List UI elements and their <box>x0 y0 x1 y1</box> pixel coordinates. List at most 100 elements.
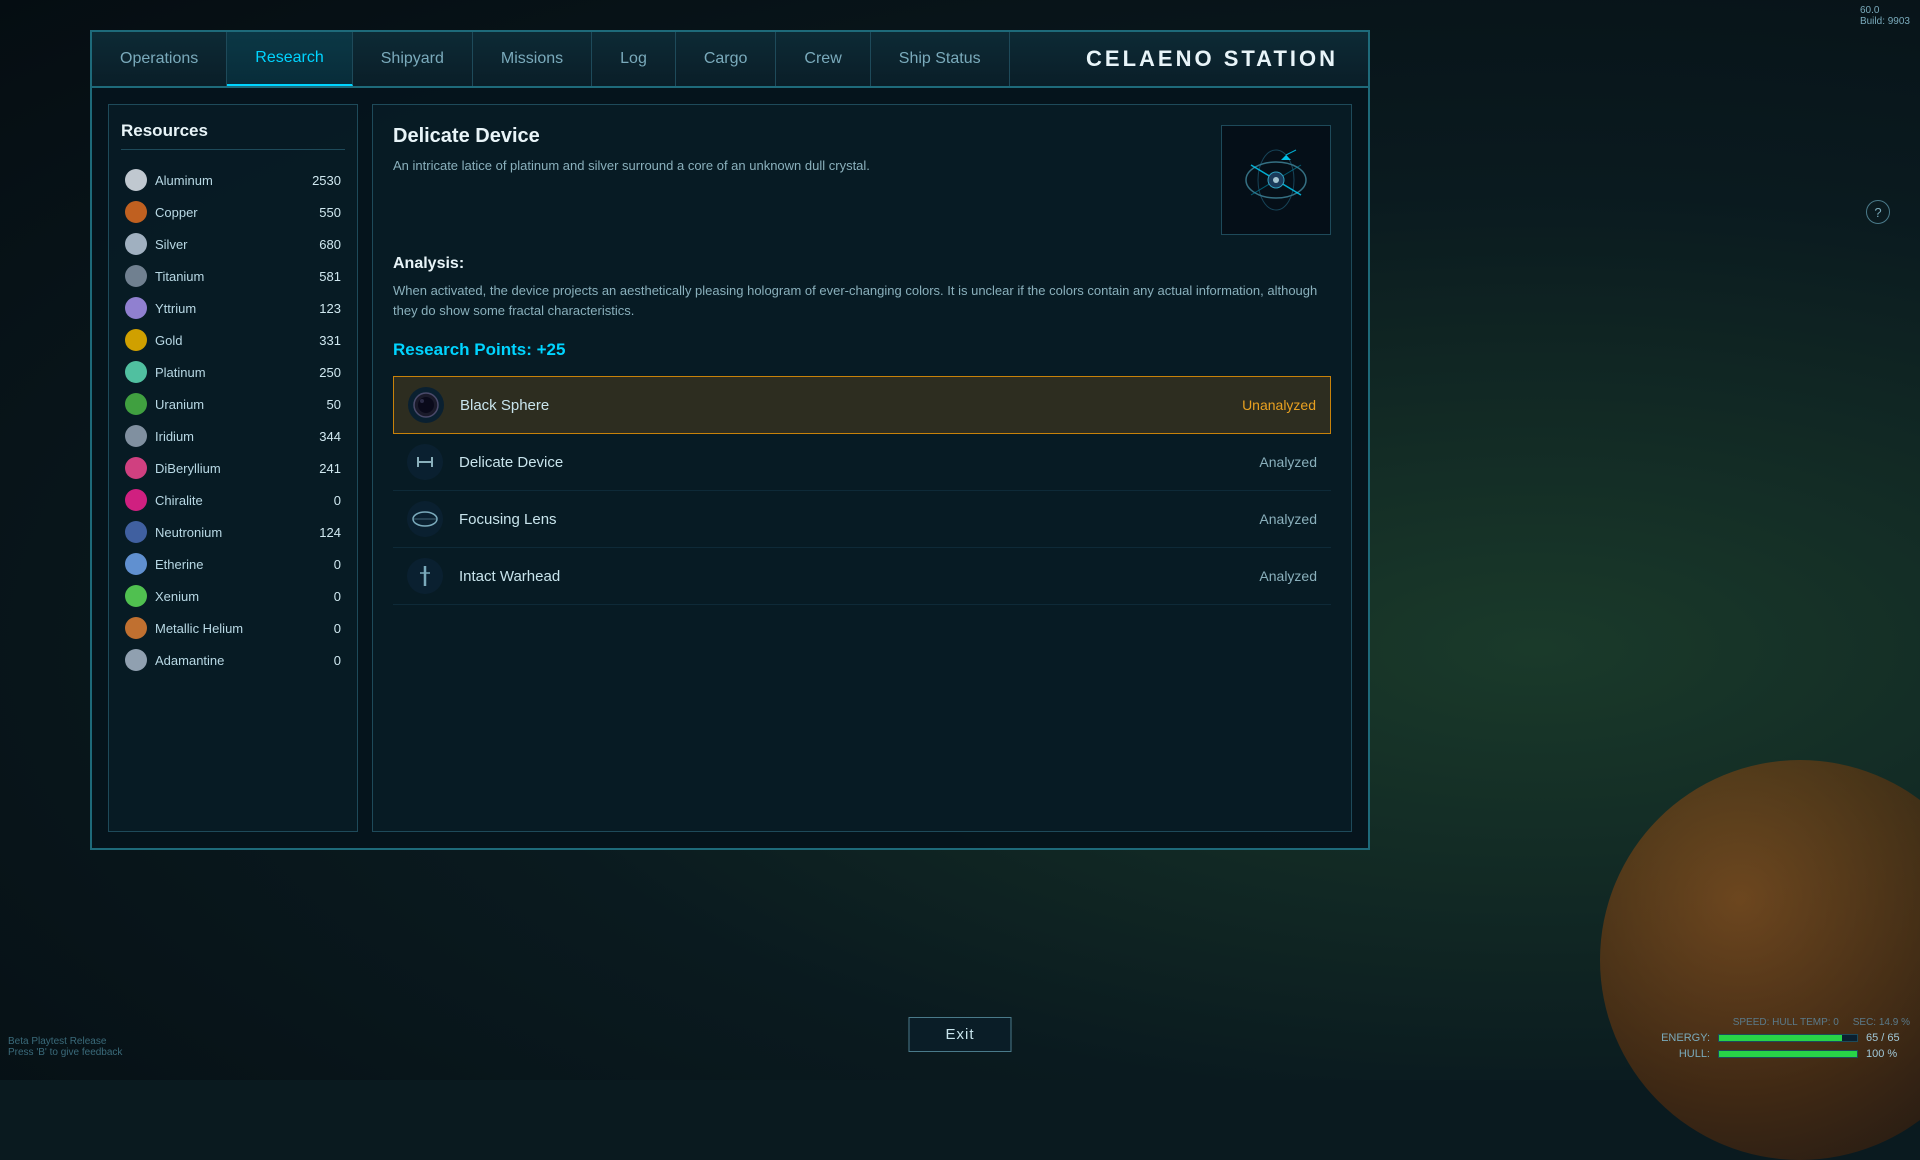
resources-title: Resources <box>121 121 345 150</box>
list-item-icon-black-sphere <box>408 387 444 423</box>
resource-amount-iridium: 344 <box>319 429 341 444</box>
resource-item-aluminum: Aluminum 2530 <box>121 164 345 196</box>
tab-log[interactable]: Log <box>592 32 676 86</box>
resource-item-iridium: Iridium 344 <box>121 420 345 452</box>
energy-row: ENERGY: 65 / 65 <box>1660 1032 1910 1044</box>
list-item-icon-focusing-lens <box>407 501 443 537</box>
resource-icon-titanium <box>125 265 147 287</box>
hull-bar-fill <box>1719 1051 1857 1057</box>
resource-amount-xenium: 0 <box>334 589 341 604</box>
resource-amount-aluminum: 2530 <box>312 173 341 188</box>
resource-icon-silver <box>125 233 147 255</box>
resource-name-platinum: Platinum <box>155 365 319 380</box>
resource-name-chiralite: Chiralite <box>155 493 334 508</box>
tab-crew[interactable]: Crew <box>776 32 870 86</box>
resource-amount-adamantine: 0 <box>334 653 341 668</box>
resource-item-xenium: Xenium 0 <box>121 580 345 612</box>
tab-research[interactable]: Research <box>227 32 352 86</box>
resource-icon-metallic-helium <box>125 617 147 639</box>
hull-value: 100 % <box>1866 1048 1910 1060</box>
resource-amount-etherine: 0 <box>334 557 341 572</box>
item-title: Delicate Device <box>393 125 1205 148</box>
resource-item-gold: Gold 331 <box>121 324 345 356</box>
resource-name-titanium: Titanium <box>155 269 319 284</box>
item-detail: Delicate Device An intricate latice of p… <box>393 125 1331 235</box>
build-info: 60.0 Build: 9903 <box>1860 5 1910 27</box>
resource-name-xenium: Xenium <box>155 589 334 604</box>
resource-name-neutronium: Neutronium <box>155 525 319 540</box>
resource-name-gold: Gold <box>155 333 319 348</box>
resource-item-titanium: Titanium 581 <box>121 260 345 292</box>
resource-name-silver: Silver <box>155 237 319 252</box>
list-item-status-delicate-device: Analyzed <box>1259 454 1317 470</box>
resource-amount-diberyllium: 241 <box>319 461 341 476</box>
resource-amount-copper: 550 <box>319 205 341 220</box>
resource-icon-xenium <box>125 585 147 607</box>
resource-amount-platinum: 250 <box>319 365 341 380</box>
tab-ship-status[interactable]: Ship Status <box>871 32 1010 86</box>
resource-amount-silver: 680 <box>319 237 341 252</box>
resource-name-adamantine: Adamantine <box>155 653 334 668</box>
resource-icon-copper <box>125 201 147 223</box>
resource-amount-neutronium: 124 <box>319 525 341 540</box>
resource-icon-aluminum <box>125 169 147 191</box>
resource-name-diberyllium: DiBeryllium <box>155 461 319 476</box>
resource-item-adamantine: Adamantine 0 <box>121 644 345 676</box>
list-item-intact-warhead[interactable]: Intact Warhead Analyzed <box>393 548 1331 605</box>
list-item-focusing-lens[interactable]: Focusing Lens Analyzed <box>393 491 1331 548</box>
resource-item-uranium: Uranium 50 <box>121 388 345 420</box>
resource-amount-chiralite: 0 <box>334 493 341 508</box>
energy-bar <box>1718 1034 1858 1042</box>
resource-name-uranium: Uranium <box>155 397 327 412</box>
main-panel: Delicate Device An intricate latice of p… <box>372 104 1352 832</box>
resource-icon-neutronium <box>125 521 147 543</box>
tab-operations[interactable]: Operations <box>92 32 227 86</box>
list-item-name-intact-warhead: Intact Warhead <box>459 568 1259 585</box>
resource-item-copper: Copper 550 <box>121 196 345 228</box>
resource-amount-metallic-helium: 0 <box>334 621 341 636</box>
item-description: An intricate latice of platinum and silv… <box>393 156 1205 176</box>
hull-bar <box>1718 1050 1858 1058</box>
beta-text: Beta Playtest Release Press 'B' to give … <box>8 1036 122 1058</box>
help-icon[interactable]: ? <box>1866 200 1890 224</box>
resource-name-aluminum: Aluminum <box>155 173 312 188</box>
list-item-delicate-device[interactable]: Delicate Device Analyzed <box>393 434 1331 491</box>
energy-value: 65 / 65 <box>1866 1032 1910 1044</box>
resource-icon-chiralite <box>125 489 147 511</box>
tab-shipyard[interactable]: Shipyard <box>353 32 473 86</box>
energy-label: ENERGY: <box>1660 1032 1710 1044</box>
list-item-status-intact-warhead: Analyzed <box>1259 568 1317 584</box>
resource-amount-yttrium: 123 <box>319 301 341 316</box>
energy-bar-fill <box>1719 1035 1842 1041</box>
analysis-section: Analysis: When activated, the device pro… <box>393 255 1331 320</box>
resource-name-yttrium: Yttrium <box>155 301 319 316</box>
content-area: Resources Aluminum 2530 Copper 550 Silve… <box>92 88 1368 848</box>
list-item-status-black-sphere: Unanalyzed <box>1242 397 1316 413</box>
resource-name-iridium: Iridium <box>155 429 319 444</box>
list-item-name-black-sphere: Black Sphere <box>460 397 1242 414</box>
tab-missions[interactable]: Missions <box>473 32 592 86</box>
list-item-name-focusing-lens: Focusing Lens <box>459 511 1259 528</box>
resource-item-metallic-helium: Metallic Helium 0 <box>121 612 345 644</box>
tab-cargo[interactable]: Cargo <box>676 32 777 86</box>
resource-icon-yttrium <box>125 297 147 319</box>
list-item-black-sphere[interactable]: Black Sphere Unanalyzed <box>393 376 1331 434</box>
resource-list: Aluminum 2530 Copper 550 Silver 680 Tita… <box>121 164 345 676</box>
resource-icon-iridium <box>125 425 147 447</box>
resource-icon-platinum <box>125 361 147 383</box>
list-item-status-focusing-lens: Analyzed <box>1259 511 1317 527</box>
list-item-icon-delicate-device <box>407 444 443 480</box>
resource-icon-diberyllium <box>125 457 147 479</box>
resource-name-copper: Copper <box>155 205 319 220</box>
resources-panel: Resources Aluminum 2530 Copper 550 Silve… <box>108 104 358 832</box>
resource-icon-adamantine <box>125 649 147 671</box>
research-points: Research Points: +25 <box>393 340 1331 360</box>
exit-button[interactable]: Exit <box>908 1017 1011 1052</box>
resource-item-neutronium: Neutronium 124 <box>121 516 345 548</box>
resource-amount-gold: 331 <box>319 333 341 348</box>
resource-icon-etherine <box>125 553 147 575</box>
analysis-title: Analysis: <box>393 255 1331 273</box>
resource-amount-uranium: 50 <box>327 397 341 412</box>
tab-bar: Operations Research Shipyard Missions Lo… <box>92 32 1368 88</box>
list-item-name-delicate-device: Delicate Device <box>459 454 1259 471</box>
